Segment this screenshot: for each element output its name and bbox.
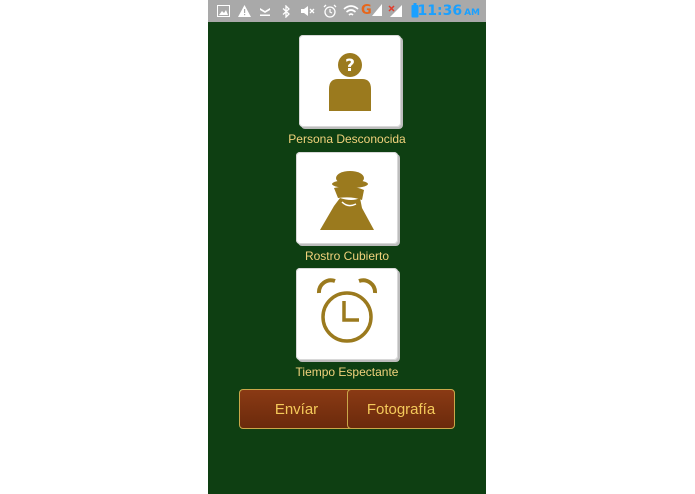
image-icon <box>217 4 230 18</box>
signal-icon <box>388 4 404 18</box>
mute-icon <box>301 4 315 18</box>
covered-face-icon <box>320 171 374 230</box>
alarm-clock-icon <box>317 278 377 343</box>
clock-time: 11:36 AM <box>417 3 481 19</box>
status-bar: G 11:36 AM <box>208 0 486 22</box>
covered-face-option-button[interactable] <box>296 152 398 244</box>
unknown-person-label: Persona Desconocida <box>288 132 406 146</box>
app-screen: G 11:36 AM ? Persona Desconocida Rostro C… <box>208 0 486 494</box>
download-icon <box>259 4 271 18</box>
covered-face-label: Rostro Cubierto <box>304 249 390 263</box>
photo-button[interactable]: Fotografía <box>347 389 455 429</box>
warning-icon <box>238 4 251 18</box>
svg-text:G: G <box>361 3 372 17</box>
svg-text:?: ? <box>345 56 355 76</box>
alarm-icon <box>323 4 337 18</box>
signal-g-icon: G <box>361 2 383 17</box>
bluetooth-icon <box>282 4 291 18</box>
unknown-person-option-button[interactable]: ? <box>299 35 401 127</box>
waiting-time-label: Tiempo Espectante <box>295 365 399 379</box>
send-button[interactable]: Envíar <box>239 389 354 429</box>
unknown-person-icon: ? <box>329 53 371 111</box>
waiting-time-option-button[interactable] <box>296 268 398 360</box>
wifi-icon <box>343 4 359 18</box>
